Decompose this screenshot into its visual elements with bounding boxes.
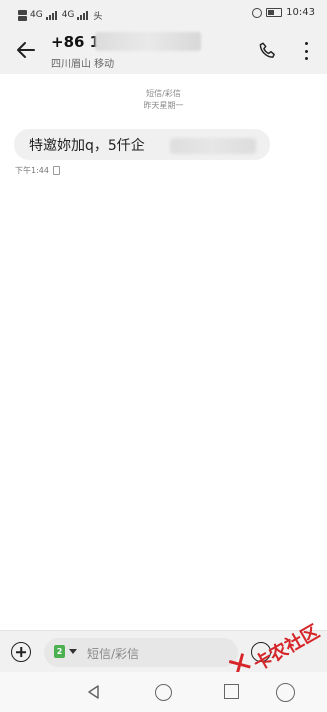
message-bubble[interactable]: 特邀妳加q，5仟企	[14, 129, 270, 160]
redacted-number	[95, 32, 201, 51]
conversation-date: 短信/彩信 昨天星期一	[0, 88, 327, 112]
date-label: 昨天星期一	[143, 101, 184, 110]
rotate-icon[interactable]	[276, 683, 295, 702]
status-left: 4G 4G 头	[18, 6, 102, 24]
message-input-container[interactable]: 2 短信/彩信	[44, 638, 238, 667]
sim-icon	[18, 9, 27, 21]
status-right: 10:43	[252, 7, 315, 18]
data-indicator: 头	[93, 11, 103, 22]
navigation-bar	[0, 672, 327, 712]
network-label-2: 4G	[61, 10, 75, 20]
redacted-text	[170, 138, 256, 154]
phone-icon	[259, 42, 275, 58]
back-button[interactable]	[14, 38, 38, 62]
caret-down-icon	[69, 649, 77, 654]
call-button[interactable]	[257, 40, 279, 62]
message-text: 特邀妳加q，5仟企	[29, 138, 145, 154]
message-time: 下午1:44	[15, 166, 49, 175]
conversation-header: +86 1 四川眉山 移动	[0, 30, 327, 74]
signal-icon	[45, 10, 59, 20]
watermark-text: 卡农社区	[250, 621, 324, 676]
contact-number: +86 1	[51, 33, 101, 51]
contact-location: 四川眉山 移动	[51, 59, 115, 70]
message-input[interactable]: 短信/彩信	[87, 645, 139, 662]
arrow-left-icon	[17, 42, 35, 58]
message-meta: 下午1:44	[15, 165, 60, 176]
more-options-button[interactable]	[300, 40, 312, 62]
sim-card-icon	[52, 166, 60, 175]
sim-2-icon: 2	[54, 645, 65, 658]
sim-selector[interactable]: 2	[54, 645, 77, 658]
alarm-icon	[252, 7, 263, 18]
status-bar: 4G 4G 头 10:43	[0, 0, 327, 30]
clock: 10:43	[286, 7, 315, 18]
nav-home-icon[interactable]	[155, 684, 172, 701]
nav-recents-icon[interactable]	[224, 684, 239, 699]
battery-icon	[266, 8, 283, 17]
message-type-label: 短信/彩信	[146, 89, 181, 98]
more-vertical-icon	[304, 42, 308, 45]
network-label: 4G	[30, 10, 43, 20]
add-attachment-button[interactable]	[11, 642, 31, 662]
signal-icon-2	[77, 10, 90, 20]
nav-back-icon[interactable]	[86, 684, 102, 700]
